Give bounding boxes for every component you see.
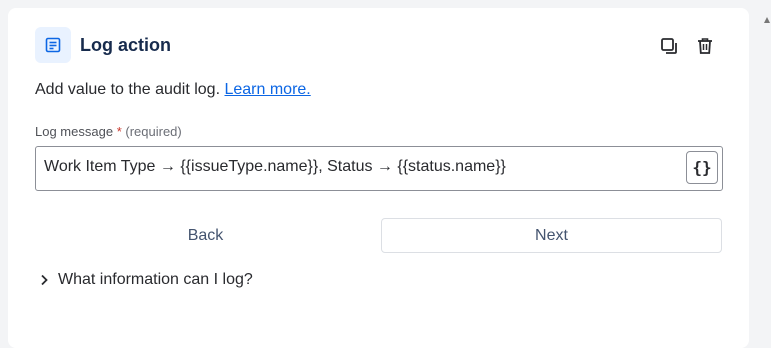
log-message-label: Log message * (required): [35, 124, 182, 139]
document-icon: [35, 27, 71, 63]
log-message-value[interactable]: Work Item Type → {{issueType.name}}, Sta…: [44, 158, 506, 176]
log-message-input[interactable]: Work Item Type → {{issueType.name}}, Sta…: [35, 146, 723, 191]
trash-icon[interactable]: [695, 36, 715, 56]
header-actions: [659, 36, 715, 56]
log-action-panel: Log action Add value to the audit log. L…: [8, 8, 749, 348]
scroll-up-arrow-icon[interactable]: [764, 17, 770, 23]
next-button[interactable]: Next: [381, 218, 722, 253]
panel-description: Add value to the audit log. Learn more.: [35, 81, 311, 99]
back-button[interactable]: Back: [35, 218, 376, 253]
copy-icon[interactable]: [659, 36, 679, 56]
field-label-text: Log message: [35, 124, 114, 139]
chevron-right-icon: [41, 274, 48, 286]
required-marker: *: [116, 124, 122, 139]
expander-label: What information can I log?: [58, 271, 253, 288]
panel-title: Log action: [80, 34, 171, 55]
description-text: Add value to the audit log.: [35, 81, 221, 98]
learn-more-link[interactable]: Learn more.: [224, 81, 310, 98]
panel-header: Log action: [35, 27, 171, 63]
smart-value-button[interactable]: {}: [686, 151, 718, 184]
what-info-expander[interactable]: What information can I log?: [39, 270, 253, 290]
required-text: (required): [125, 124, 182, 139]
